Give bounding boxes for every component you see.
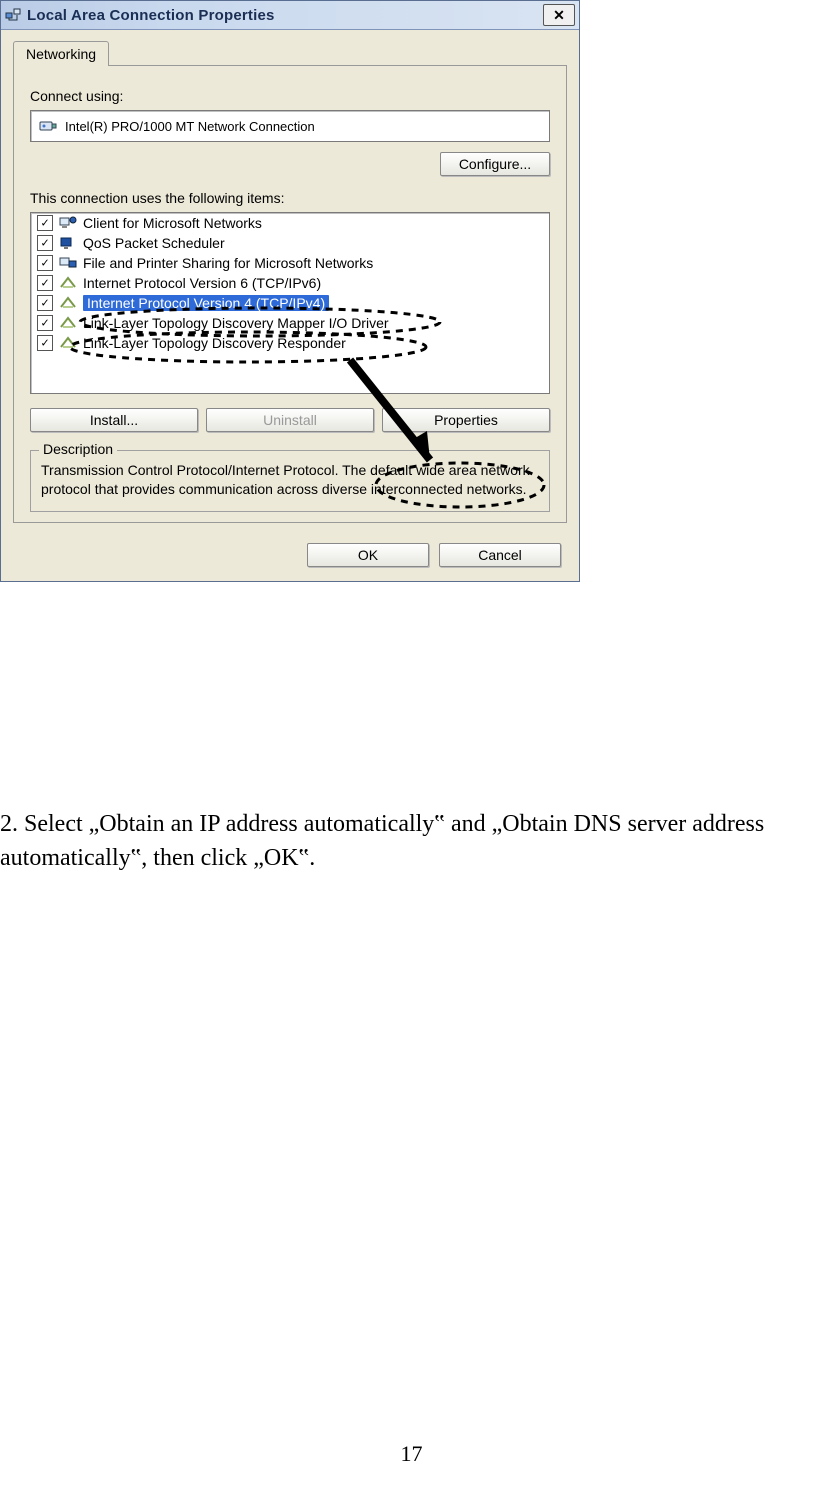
uninstall-button: Uninstall <box>206 408 374 432</box>
list-item-label: Internet Protocol Version 6 (TCP/IPv6) <box>83 275 321 291</box>
checkbox-icon[interactable] <box>37 275 53 291</box>
cancel-button[interactable]: Cancel <box>439 543 561 567</box>
list-item-selected[interactable]: Internet Protocol Version 4 (TCP/IPv4) <box>31 293 549 313</box>
list-item[interactable]: File and Printer Sharing for Microsoft N… <box>31 253 549 273</box>
adapter-icon <box>39 117 57 135</box>
items-label: This connection uses the following items… <box>30 190 550 206</box>
checkbox-icon[interactable] <box>37 335 53 351</box>
properties-button[interactable]: Properties <box>382 408 550 432</box>
titlebar: Local Area Connection Properties ✕ <box>1 1 579 30</box>
client-icon <box>59 215 77 231</box>
qos-icon <box>59 235 77 251</box>
configure-button[interactable]: Configure... <box>440 152 550 176</box>
checkbox-icon[interactable] <box>37 235 53 251</box>
list-item[interactable]: QoS Packet Scheduler <box>31 233 549 253</box>
list-item-label: Internet Protocol Version 4 (TCP/IPv4) <box>83 295 329 311</box>
tab-row: Networking <box>1 30 579 65</box>
close-button[interactable]: ✕ <box>543 4 575 26</box>
checkbox-icon[interactable] <box>37 315 53 331</box>
protocol-icon <box>59 335 77 351</box>
checkbox-icon[interactable] <box>37 255 53 271</box>
list-item[interactable]: Client for Microsoft Networks <box>31 213 549 233</box>
list-item-label: Link-Layer Topology Discovery Mapper I/O… <box>83 315 389 331</box>
list-item-label: File and Printer Sharing for Microsoft N… <box>83 255 373 271</box>
list-item-label: QoS Packet Scheduler <box>83 235 225 251</box>
protocol-icon <box>59 295 77 311</box>
connect-using-label: Connect using: <box>30 88 550 104</box>
tab-networking[interactable]: Networking <box>13 41 109 66</box>
tab-panel: Connect using: Intel(R) PRO/1000 MT Netw… <box>13 65 567 523</box>
description-title: Description <box>39 441 117 457</box>
page-number: 17 <box>0 1441 823 1467</box>
list-item-label: Client for Microsoft Networks <box>83 215 262 231</box>
list-item[interactable]: Internet Protocol Version 6 (TCP/IPv6) <box>31 273 549 293</box>
description-text: Transmission Control Protocol/Internet P… <box>41 461 539 499</box>
component-buttons: Install... Uninstall Properties <box>30 408 550 432</box>
list-item[interactable]: Link-Layer Topology Discovery Responder <box>31 333 549 353</box>
components-listbox[interactable]: Client for Microsoft Networks QoS Packet… <box>30 212 550 394</box>
protocol-icon <box>59 275 77 291</box>
adapter-field: Intel(R) PRO/1000 MT Network Connection <box>30 110 550 142</box>
window-title: Local Area Connection Properties <box>27 7 543 24</box>
adapter-name: Intel(R) PRO/1000 MT Network Connection <box>65 119 315 134</box>
list-item-label: Link-Layer Topology Discovery Responder <box>83 335 346 351</box>
instruction-text: 2. Select „Obtain an IP address automati… <box>0 808 817 875</box>
connection-properties-dialog: Local Area Connection Properties ✕ Netwo… <box>0 0 580 582</box>
description-group: Description Transmission Control Protoco… <box>30 450 550 512</box>
protocol-icon <box>59 315 77 331</box>
checkbox-icon[interactable] <box>37 295 53 311</box>
list-item[interactable]: Link-Layer Topology Discovery Mapper I/O… <box>31 313 549 333</box>
dialog-buttons: OK Cancel <box>1 533 579 581</box>
checkbox-icon[interactable] <box>37 215 53 231</box>
install-button[interactable]: Install... <box>30 408 198 432</box>
network-icon <box>5 7 21 23</box>
ok-button[interactable]: OK <box>307 543 429 567</box>
share-icon <box>59 255 77 271</box>
